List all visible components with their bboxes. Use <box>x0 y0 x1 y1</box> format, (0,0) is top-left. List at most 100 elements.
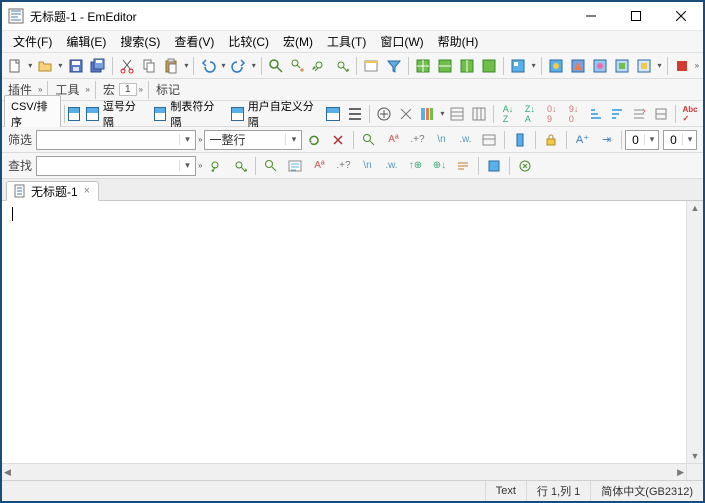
scroll-left-icon[interactable]: ◀ <box>4 467 11 478</box>
chevron-down-icon[interactable]: ▾ <box>179 134 195 145</box>
find-more[interactable]: » <box>196 161 204 170</box>
replace-button[interactable] <box>288 55 308 77</box>
bookmark-button[interactable] <box>361 55 381 77</box>
filter-word-button[interactable]: .w. <box>454 129 476 151</box>
find-word-button[interactable]: .w. <box>380 155 402 177</box>
filter-col-button[interactable] <box>509 129 531 151</box>
csv-tool2-button[interactable] <box>447 103 467 125</box>
vertical-scrollbar[interactable]: ▲ ▼ <box>686 201 703 463</box>
sort-az-button[interactable]: A↓Z <box>498 103 518 125</box>
macro-num[interactable]: 1 <box>119 83 137 96</box>
undo-button[interactable] <box>198 55 218 77</box>
menu-compare[interactable]: 比较(C) <box>221 31 276 52</box>
filter-ext-button[interactable]: ⇥ <box>595 129 617 151</box>
new-file-button[interactable] <box>5 55 25 77</box>
find-case-button[interactable]: Aª <box>308 155 330 177</box>
highlight-dropdown[interactable]: ▾ <box>656 61 664 70</box>
window-horiz-button[interactable] <box>435 55 455 77</box>
filter-more[interactable]: » <box>196 135 204 144</box>
config-dropdown[interactable]: ▾ <box>530 61 538 70</box>
menu-tools[interactable]: 工具(T) <box>320 31 373 52</box>
menu-view[interactable]: 查看(V) <box>167 31 221 52</box>
csv-list-button[interactable] <box>345 103 365 125</box>
editor-area[interactable]: ▲ ▼ ◀ ▶ <box>2 201 703 480</box>
paste-dropdown[interactable]: ▾ <box>182 61 190 70</box>
close-button[interactable] <box>658 2 703 31</box>
csv-cols-button[interactable] <box>417 103 437 125</box>
highlight4-button[interactable] <box>612 55 632 77</box>
highlight1-button[interactable] <box>546 55 566 77</box>
filter-search-button[interactable] <box>358 129 380 151</box>
menu-search[interactable]: 搜索(S) <box>113 31 167 52</box>
horizontal-scrollbar[interactable]: ◀ ▶ <box>2 463 686 480</box>
chevron-down-icon[interactable]: ▾ <box>179 160 195 171</box>
redo-dropdown[interactable]: ▾ <box>250 61 258 70</box>
filter-combo[interactable]: ▾ <box>36 130 196 150</box>
chevron-down-icon[interactable]: ▾ <box>285 134 301 145</box>
sort-90-button[interactable]: 9↓0 <box>564 103 584 125</box>
highlight2-button[interactable] <box>568 55 588 77</box>
menu-file[interactable]: 文件(F) <box>6 31 59 52</box>
window-tile-button[interactable] <box>413 55 433 77</box>
filter-button[interactable] <box>384 55 404 77</box>
filter-lock-button[interactable] <box>540 129 562 151</box>
minimize-button[interactable] <box>568 2 613 31</box>
tab-close-icon[interactable]: × <box>82 185 92 197</box>
cut-button[interactable] <box>117 55 137 77</box>
find-prev-button2[interactable] <box>205 155 227 177</box>
sort-len2-button[interactable] <box>608 103 628 125</box>
scroll-right-icon[interactable]: ▶ <box>677 467 684 478</box>
csv-tool3-button[interactable] <box>469 103 489 125</box>
find-regex-button[interactable]: .+? <box>332 155 354 177</box>
find-next-button2[interactable] <box>229 155 251 177</box>
csv-add-button[interactable] <box>374 103 394 125</box>
csv-grid-button[interactable] <box>323 103 343 125</box>
filter-below-lines[interactable]: 0▾ <box>663 130 697 150</box>
scroll-up-icon[interactable]: ▲ <box>691 203 700 213</box>
filter-refresh-button[interactable] <box>303 129 325 151</box>
find-inc-up-button[interactable]: ↑⊕ <box>404 155 426 177</box>
tools-chev[interactable]: » <box>83 85 91 94</box>
sort-09-button[interactable]: 0↓9 <box>542 103 562 125</box>
open-dropdown[interactable]: ▾ <box>56 61 64 70</box>
find-list-button[interactable] <box>284 155 306 177</box>
record-button[interactable] <box>671 55 691 77</box>
scroll-down-icon[interactable]: ▼ <box>691 451 700 461</box>
config-button[interactable] <box>508 55 528 77</box>
sort-za-button[interactable]: Z↓A <box>520 103 540 125</box>
filter-bm-button[interactable]: A⁺ <box>571 129 593 151</box>
sort-tool2-button[interactable] <box>651 103 671 125</box>
find-button[interactable] <box>266 55 286 77</box>
save-all-button[interactable] <box>88 55 108 77</box>
save-button[interactable] <box>65 55 85 77</box>
highlight3-button[interactable] <box>590 55 610 77</box>
redo-button[interactable] <box>229 55 249 77</box>
find-search-button[interactable] <box>260 155 282 177</box>
find-prev-button[interactable] <box>310 55 330 77</box>
document-tab[interactable]: 无标题-1 × <box>6 181 99 201</box>
plugins-chev[interactable]: » <box>36 85 44 94</box>
filter-regex-button[interactable]: .+? <box>406 129 428 151</box>
sort-len-button[interactable] <box>586 103 606 125</box>
maximize-button[interactable] <box>613 2 658 31</box>
abc-check-button[interactable]: Abc✓ <box>680 103 700 125</box>
copy-button[interactable] <box>139 55 159 77</box>
filter-case-button[interactable]: Aª <box>382 129 404 151</box>
filter-column-combo[interactable]: 一整行 ▾ <box>204 130 302 150</box>
status-mode[interactable]: Text <box>485 481 526 501</box>
filter-clear-button[interactable] <box>327 129 349 151</box>
overflow-chevron[interactable]: » <box>693 61 701 70</box>
menu-macro[interactable]: 宏(M) <box>276 31 320 52</box>
status-encoding[interactable]: 简体中文(GB2312) <box>590 481 703 501</box>
paste-button[interactable] <box>161 55 181 77</box>
find-combo[interactable]: ▾ <box>36 156 196 176</box>
macro-chev[interactable]: » <box>137 85 145 94</box>
window-single-button[interactable] <box>479 55 499 77</box>
menu-help[interactable]: 帮助(H) <box>431 31 486 52</box>
window-vert-button[interactable] <box>457 55 477 77</box>
sort-tool-button[interactable] <box>629 103 649 125</box>
status-position[interactable]: 行 1,列 1 <box>526 481 590 501</box>
find-highlight-button[interactable] <box>483 155 505 177</box>
menu-edit[interactable]: 编辑(E) <box>59 31 113 52</box>
find-next-button[interactable] <box>332 55 352 77</box>
